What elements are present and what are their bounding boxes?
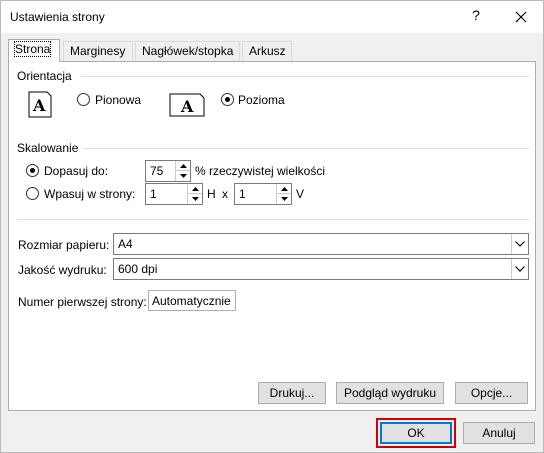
tab-naglowek-stopka[interactable]: Nagłówek/stopka	[135, 41, 240, 61]
paper-size-value: A4	[118, 237, 133, 251]
fit-height-value: 1	[239, 187, 246, 201]
print-quality-label: Jakość wydruku:	[18, 263, 107, 277]
tab-arkusz[interactable]: Arkusz	[242, 41, 292, 61]
tab-label: Arkusz	[249, 44, 286, 58]
print-quality-select[interactable]: 600 dpi	[113, 258, 529, 280]
tab-marginesy[interactable]: Marginesy	[63, 41, 133, 61]
fit-height-unit: V	[296, 187, 305, 201]
separator	[81, 76, 529, 77]
title-bar: Ustawienia strony ?	[1, 1, 543, 33]
dropdown-button[interactable]	[511, 259, 528, 279]
dropdown-button[interactable]	[511, 234, 528, 254]
orientation-group-title: Orientacja	[17, 69, 72, 83]
landscape-icon: A	[169, 93, 205, 117]
spinner-down-button[interactable]	[188, 194, 202, 204]
fit-times-label: x	[222, 187, 228, 201]
tab-label: Nagłówek/stopka	[142, 44, 234, 58]
ok-button[interactable]: OK	[380, 422, 452, 444]
portrait-radio[interactable]	[77, 93, 90, 106]
options-button[interactable]: Opcje...	[455, 382, 528, 404]
arrow-up-icon	[280, 186, 288, 191]
spinner-up-button[interactable]	[176, 161, 190, 171]
adjust-percent-value: 75	[150, 164, 164, 178]
arrow-down-icon	[191, 197, 199, 201]
help-button[interactable]: ?	[466, 7, 486, 27]
page-setup-dialog: Ustawienia strony ? Strona Marginesy Nag…	[0, 0, 544, 453]
close-button[interactable]	[509, 5, 533, 29]
adjust-to-radio[interactable]	[26, 164, 39, 177]
tab-panel-strona: Orientacja A Pionowa A Pozioma Skalowani…	[8, 61, 536, 411]
close-icon	[515, 11, 527, 23]
dialog-title: Ustawienia strony	[10, 10, 105, 24]
adjust-percent-spinner[interactable]: 75	[145, 160, 191, 182]
fit-width-value: 1	[150, 187, 157, 201]
print-button[interactable]: Drukuj...	[258, 382, 326, 404]
spinner-down-button[interactable]	[176, 171, 190, 181]
spinner-buttons	[175, 161, 190, 181]
cancel-button[interactable]: Anuluj	[463, 422, 535, 444]
fit-to-label[interactable]: Wpasuj w strony:	[44, 187, 135, 201]
adjust-to-label[interactable]: Dopasuj do:	[44, 164, 108, 178]
spinner-up-button[interactable]	[188, 184, 202, 194]
paper-size-label: Rozmiar papieru:	[18, 238, 110, 252]
paper-size-select[interactable]: A4	[113, 233, 529, 255]
fit-width-spinner[interactable]: 1	[145, 183, 203, 205]
chevron-down-icon	[515, 241, 525, 247]
portrait-icon-letter: A	[32, 96, 46, 115]
landscape-icon-letter: A	[180, 97, 194, 116]
spinner-up-button[interactable]	[277, 184, 291, 194]
print-preview-button[interactable]: Podgląd wydruku	[336, 382, 444, 404]
spinner-buttons	[276, 184, 291, 204]
adjust-suffix-label: % rzeczywistej wielkości	[195, 164, 326, 178]
separator	[83, 148, 529, 149]
arrow-down-icon	[280, 197, 288, 201]
fit-width-unit: H	[207, 187, 216, 201]
arrow-up-icon	[191, 186, 199, 191]
first-page-number-label: Numer pierwszej strony:	[18, 295, 147, 309]
tab-label: Strona	[13, 41, 52, 57]
separator	[17, 219, 529, 220]
tab-strona[interactable]: Strona	[8, 39, 60, 62]
spinner-down-button[interactable]	[277, 194, 291, 204]
scaling-group-title: Skalowanie	[17, 141, 79, 155]
portrait-label[interactable]: Pionowa	[95, 93, 141, 107]
landscape-radio[interactable]	[221, 93, 234, 106]
fit-height-spinner[interactable]: 1	[234, 183, 292, 205]
spinner-buttons	[187, 184, 202, 204]
arrow-up-icon	[179, 163, 187, 168]
fit-to-radio[interactable]	[26, 187, 39, 200]
first-page-number-input[interactable]: Automatycznie	[148, 290, 236, 311]
landscape-label[interactable]: Pozioma	[238, 93, 285, 107]
print-quality-value: 600 dpi	[118, 262, 158, 276]
tab-label: Marginesy	[70, 44, 126, 58]
chevron-down-icon	[515, 266, 525, 272]
portrait-icon: A	[28, 91, 52, 118]
arrow-down-icon	[179, 174, 187, 178]
